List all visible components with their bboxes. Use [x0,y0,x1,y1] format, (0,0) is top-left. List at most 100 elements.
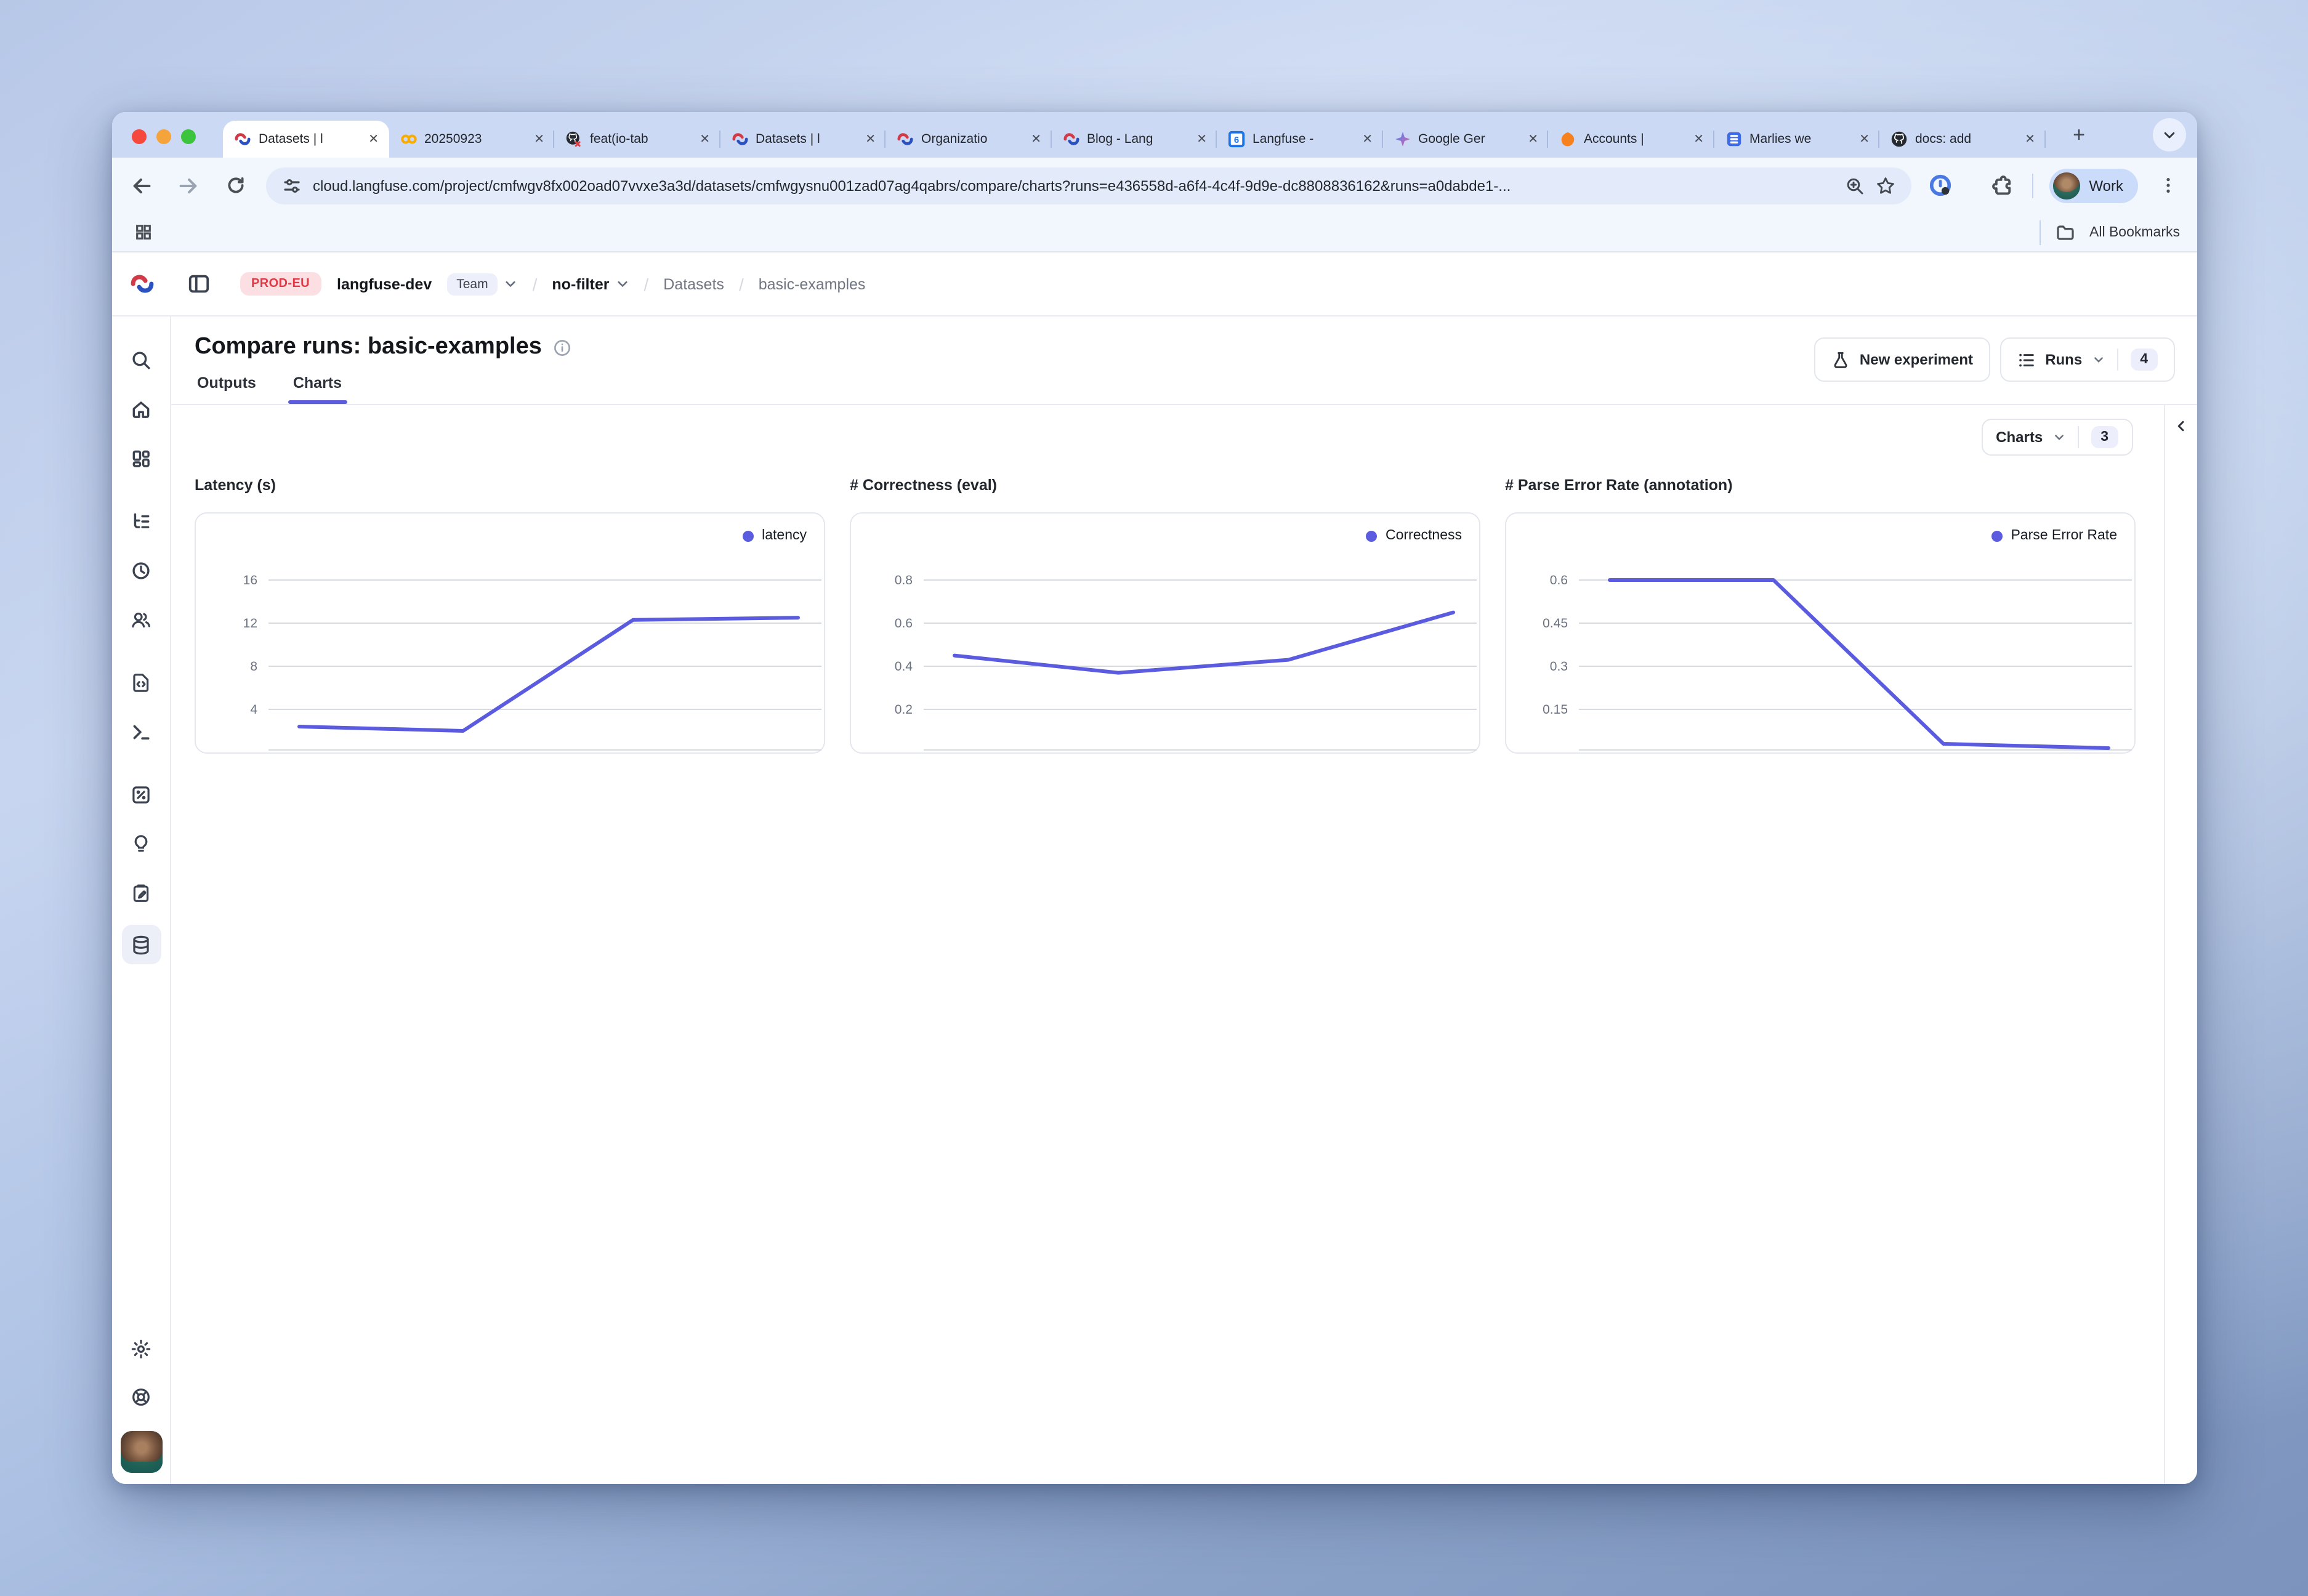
apps-grid-icon[interactable] [129,219,156,246]
tab-close-icon[interactable]: ✕ [1361,132,1374,146]
reload-button[interactable] [222,172,249,199]
browser-tab[interactable]: Datasets | l✕ [720,121,886,158]
tab-charts[interactable]: Charts [291,374,344,404]
site-settings-icon[interactable] [282,175,302,195]
line-chart-plot: 161284 [196,514,826,755]
annotation-clipboard-icon[interactable] [124,876,158,910]
main-area: Compare runs: basic-examples New experim… [171,316,2197,1484]
url-text[interactable]: cloud.langfuse.com/project/cmfwgv8fx002o… [313,177,1834,194]
y-axis-tick-label: 0.2 [895,703,913,717]
close-window-button[interactable] [132,129,147,144]
browser-tab[interactable]: Datasets | l ✕ [223,121,389,158]
tab-close-icon[interactable]: ✕ [1195,132,1208,146]
sidebar-toggle-icon[interactable] [187,272,211,296]
scores-percent-icon[interactable] [124,777,158,812]
project-name[interactable]: no-filter [552,275,609,292]
tab-title: Organizatio [921,132,1022,147]
new-experiment-button[interactable]: New experiment [1814,337,1990,382]
tab-outputs[interactable]: Outputs [195,374,259,404]
bookmarks-bar: All Bookmarks [112,213,2197,252]
y-axis-tick-label: 0.3 [1550,659,1568,674]
tracing-icon[interactable] [124,504,158,538]
maximize-window-button[interactable] [181,129,196,144]
chart-card: 0.60.450.30.15Parse Error Rate [1505,512,2136,754]
settings-gear-icon[interactable] [124,1331,158,1366]
browser-tab[interactable]: Blog - Lang✕ [1051,121,1217,158]
y-axis-tick-label: 0.8 [895,573,913,587]
project-chevron-down-icon[interactable] [615,277,629,291]
browser-window: Datasets | l✕20250923✕feat(io-tab✕Datase… [112,112,2197,1484]
tab-close-icon[interactable]: ✕ [533,132,546,146]
chart-legend: Parse Error Rate [1991,528,2117,543]
extensions-puzzle-icon[interactable] [1989,172,2016,199]
browser-toolbar: cloud.langfuse.com/project/cmfwgv8fx002o… [112,158,2197,213]
y-axis-tick-label: 8 [250,659,257,674]
user-avatar[interactable] [120,1431,162,1473]
prompts-file-icon[interactable] [124,665,158,699]
bookmark-star-icon[interactable] [1876,175,1895,195]
minimize-window-button[interactable] [156,129,171,144]
runs-button[interactable]: Runs 4 [1999,337,2175,382]
browser-tab[interactable]: Google Ger✕ [1382,121,1548,158]
browser-menu-kebab-icon[interactable] [2154,172,2181,199]
dashboard-icon[interactable] [124,441,158,475]
tab-close-icon[interactable]: ✕ [1692,132,1705,146]
collapse-panel-chevron-icon[interactable] [2174,419,2189,1484]
y-axis-tick-label: 4 [250,703,257,717]
browser-tab[interactable]: 20250923✕ [389,121,554,158]
browser-tab[interactable]: Marlies we ✕ [1714,121,1879,158]
tab-close-icon[interactable]: ✕ [367,132,380,146]
profile-avatar [2053,172,2080,199]
runs-count-badge: 4 [2130,349,2158,371]
support-lifebuoy-icon[interactable] [124,1379,158,1414]
tab-close-icon[interactable]: ✕ [1858,132,1871,146]
info-icon[interactable] [553,338,571,357]
breadcrumb-dataset-name[interactable]: basic-examples [759,275,866,292]
home-icon[interactable] [124,392,158,426]
tab-close-icon[interactable]: ✕ [698,132,711,146]
password-manager-icon[interactable] [1926,172,1953,199]
sessions-clock-icon[interactable] [124,553,158,587]
legend-dot-icon [742,530,753,541]
new-tab-button[interactable]: + [2065,122,2092,149]
zoom-page-icon[interactable] [1845,175,1865,195]
browser-tab[interactable]: Organizatio ✕ [886,121,1051,158]
chart-section: Latency (s)161284latency [195,477,825,754]
all-bookmarks[interactable]: All Bookmarks [2039,219,2180,246]
address-bar[interactable]: cloud.langfuse.com/project/cmfwgv8fx002o… [266,167,1911,204]
chart-title: # Parse Error Rate (annotation) [1505,477,2136,500]
langfuse-logo-icon[interactable] [129,271,155,297]
users-icon[interactable] [124,602,158,637]
evaluators-lightbulb-icon[interactable] [124,826,158,861]
legend-dot-icon [1991,530,2002,541]
window-controls[interactable] [132,129,196,144]
org-chevron-down-icon[interactable] [504,277,518,291]
back-button[interactable] [128,172,155,199]
tab-close-icon[interactable]: ✕ [2024,132,2036,146]
playground-terminal-icon[interactable] [124,714,158,749]
tab-close-icon[interactable]: ✕ [1527,132,1539,146]
tab-title: Marlies we [1749,132,1850,147]
y-axis-tick-label: 0.45 [1543,616,1568,631]
charts-filter-button[interactable]: Charts 3 [1981,419,2133,456]
profile-button[interactable]: Work [2049,168,2138,203]
y-axis-tick-label: 16 [243,573,257,587]
org-name[interactable]: langfuse-dev [337,275,432,292]
browser-tab[interactable]: docs: add✕ [1879,121,2045,158]
chart-card: 0.80.60.40.2Correctness [850,512,1480,754]
langfuse-favicon-icon [234,131,251,148]
new-experiment-label: New experiment [1860,351,1973,368]
breadcrumb-datasets[interactable]: Datasets [663,275,724,292]
browser-tab[interactable]: 6Langfuse -✕ [1217,121,1382,158]
datasets-active-item[interactable] [121,925,161,964]
tab-search-chevron-icon[interactable] [2153,118,2186,151]
all-bookmarks-label: All Bookmarks [2089,225,2180,240]
forward-button[interactable] [175,172,202,199]
tab-title: Datasets | l [259,132,360,147]
tab-close-icon[interactable]: ✕ [1030,132,1043,146]
browser-tab[interactable]: feat(io-tab✕ [554,121,720,158]
search-icon[interactable] [124,342,158,377]
tab-strip: Datasets | l✕20250923✕feat(io-tab✕Datase… [112,112,2197,158]
tab-close-icon[interactable]: ✕ [864,132,877,146]
browser-tab[interactable]: Accounts |✕ [1548,121,1714,158]
